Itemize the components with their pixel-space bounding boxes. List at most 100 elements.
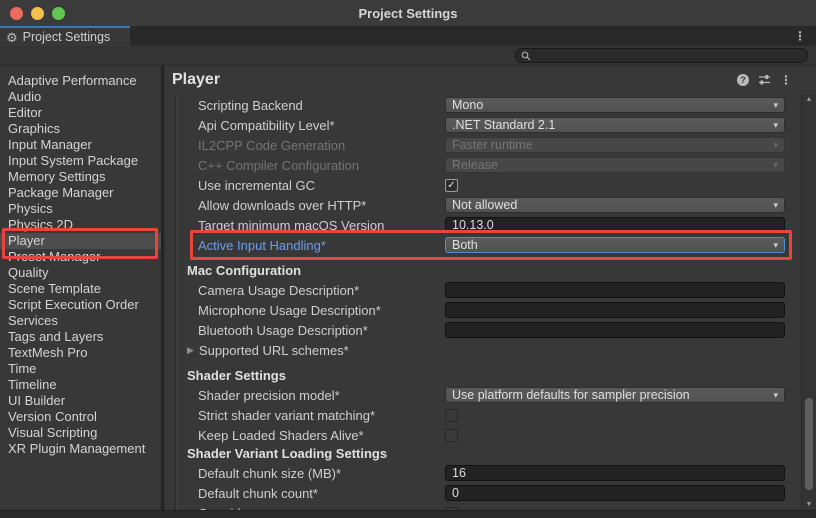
dropdown-scripting-backend[interactable]: Mono▾	[445, 97, 785, 113]
checkbox-keep-loaded-shaders-alive[interactable]	[445, 429, 458, 442]
text-field-bluetooth-usage-description[interactable]	[445, 322, 785, 338]
checkbox-use-incremental-gc[interactable]: ✓	[445, 179, 458, 192]
setting-label-api-compatibility-level: Api Compatibility Level*	[165, 118, 445, 133]
tab-label: Project Settings	[23, 30, 111, 44]
text-field-camera-usage-description[interactable]	[445, 282, 785, 298]
presets-icon[interactable]	[758, 74, 771, 86]
sidebar-item-adaptive-performance[interactable]: Adaptive Performance	[0, 73, 161, 89]
dropdown-value: Mono	[452, 98, 483, 112]
setting-row-strict-shader-variant-matching: Strict shader variant matching*	[165, 405, 801, 425]
setting-row-default-chunk-count: Default chunk count*0	[165, 483, 801, 503]
scroll-down-icon[interactable]: ▼	[802, 501, 816, 508]
chevron-down-icon: ▾	[773, 160, 778, 171]
setting-row-camera-usage-description: Camera Usage Description*	[165, 280, 801, 300]
sidebar-item-textmesh-pro[interactable]: TextMesh Pro	[0, 345, 161, 361]
scrollbar-thumb[interactable]	[805, 398, 813, 490]
setting-row-active-input-handling: Active Input Handling*Both▾	[165, 235, 801, 255]
setting-label-keep-loaded-shaders-alive: Keep Loaded Shaders Alive*	[165, 428, 445, 443]
setting-row-use-incremental-gc: Use incremental GC✓	[165, 175, 801, 195]
setting-row-override: Override	[165, 503, 801, 510]
setting-row-scripting-backend: Scripting BackendMono▾	[165, 95, 801, 115]
sidebar-item-graphics[interactable]: Graphics	[0, 121, 161, 137]
sidebar-item-script-execution-order[interactable]: Script Execution Order	[0, 297, 161, 313]
tab-bar-menu-icon[interactable]: ⋮	[794, 26, 806, 46]
setting-row-api-compatibility-level: Api Compatibility Level*.NET Standard 2.…	[165, 115, 801, 135]
setting-label-shader-precision-model: Shader precision model*	[165, 388, 445, 403]
setting-label-c-compiler-configuration: C++ Compiler Configuration	[165, 158, 445, 173]
text-field-microphone-usage-description[interactable]	[445, 302, 785, 318]
text-field-default-chunk-size-mb[interactable]: 16	[445, 465, 785, 481]
setting-row-bluetooth-usage-description: Bluetooth Usage Description*	[165, 320, 801, 340]
main-area: Adaptive PerformanceAudioEditorGraphicsI…	[0, 66, 816, 510]
setting-value-default-chunk-count: 0	[445, 485, 785, 501]
setting-value-keep-loaded-shaders-alive	[445, 429, 785, 442]
vertical-scrollbar[interactable]: ▲ ▼	[801, 94, 816, 510]
foldout-arrow-icon[interactable]: ▶	[187, 345, 194, 356]
sidebar-item-preset-manager[interactable]: Preset Manager	[0, 249, 161, 265]
panel-menu-icon[interactable]: ⋮	[780, 73, 792, 87]
search-input[interactable]	[535, 50, 785, 62]
window-title-bar: Project Settings	[0, 0, 816, 26]
checkbox-strict-shader-variant-matching[interactable]	[445, 409, 458, 422]
dropdown-il2cpp-code-generation: Faster runtime▾	[445, 137, 785, 153]
setting-row-il2cpp-code-generation: IL2CPP Code GenerationFaster runtime▾	[165, 135, 801, 155]
sidebar-item-time[interactable]: Time	[0, 361, 161, 377]
settings-sidebar: Adaptive PerformanceAudioEditorGraphicsI…	[0, 66, 161, 510]
sidebar-item-memory-settings[interactable]: Memory Settings	[0, 169, 161, 185]
setting-row-allow-downloads-over-http: Allow downloads over HTTP*Not allowed▾	[165, 195, 801, 215]
checkbox-override[interactable]	[445, 507, 458, 511]
setting-label-microphone-usage-description: Microphone Usage Description*	[165, 303, 445, 318]
sidebar-item-input-manager[interactable]: Input Manager	[0, 137, 161, 153]
setting-value-scripting-backend: Mono▾	[445, 97, 785, 113]
sidebar-item-input-system-package[interactable]: Input System Package	[0, 153, 161, 169]
setting-label-default-chunk-count: Default chunk count*	[165, 486, 445, 501]
sidebar-item-editor[interactable]: Editor	[0, 105, 161, 121]
sidebar-item-player[interactable]: Player	[0, 233, 161, 249]
setting-value-allow-downloads-over-http: Not allowed▾	[445, 197, 785, 213]
scroll-up-icon[interactable]: ▲	[802, 96, 816, 103]
sidebar-item-quality[interactable]: Quality	[0, 265, 161, 281]
tab-bar: ⚙ Project Settings ⋮	[0, 26, 816, 46]
setting-row-default-chunk-size-mb: Default chunk size (MB)*16	[165, 463, 801, 483]
setting-label-active-input-handling: Active Input Handling*	[165, 238, 445, 253]
sidebar-item-xr-plugin-management[interactable]: XR Plugin Management	[0, 441, 161, 457]
settings-list: Scripting BackendMono▾Api Compatibility …	[165, 94, 801, 510]
window-bottom-edge	[0, 510, 816, 518]
dropdown-active-input-handling[interactable]: Both▾	[445, 237, 785, 253]
gear-icon: ⚙	[6, 31, 18, 44]
panel-header: Player ? ⋮	[165, 66, 816, 94]
sidebar-item-tags-and-layers[interactable]: Tags and Layers	[0, 329, 161, 345]
setting-value-c-compiler-configuration: Release▾	[445, 157, 785, 173]
dropdown-value: Not allowed	[452, 198, 517, 212]
sidebar-item-services[interactable]: Services	[0, 313, 161, 329]
setting-value-microphone-usage-description	[445, 302, 785, 318]
search-icon	[521, 51, 531, 61]
tab-project-settings[interactable]: ⚙ Project Settings	[0, 26, 130, 46]
sidebar-item-visual-scripting[interactable]: Visual Scripting	[0, 425, 161, 441]
sidebar-item-ui-builder[interactable]: UI Builder	[0, 393, 161, 409]
setting-label-allow-downloads-over-http: Allow downloads over HTTP*	[165, 198, 445, 213]
dropdown-api-compatibility-level[interactable]: .NET Standard 2.1▾	[445, 117, 785, 133]
setting-value-shader-precision-model: Use platform defaults for sampler precis…	[445, 387, 785, 403]
help-icon[interactable]: ?	[737, 74, 749, 86]
dropdown-shader-precision-model[interactable]: Use platform defaults for sampler precis…	[445, 387, 785, 403]
sidebar-item-version-control[interactable]: Version Control	[0, 409, 161, 425]
setting-label-supported-url-schemes[interactable]: ▶Supported URL schemes*	[165, 343, 445, 358]
dropdown-allow-downloads-over-http[interactable]: Not allowed▾	[445, 197, 785, 213]
search-box[interactable]	[515, 48, 808, 63]
setting-row-supported-url-schemes: ▶Supported URL schemes*	[165, 340, 801, 360]
sidebar-item-timeline[interactable]: Timeline	[0, 377, 161, 393]
setting-label-scripting-backend: Scripting Backend	[165, 98, 445, 113]
sidebar-item-physics[interactable]: Physics	[0, 201, 161, 217]
setting-value-strict-shader-variant-matching	[445, 409, 785, 422]
section-header-shader-settings: Shader Settings	[165, 367, 801, 385]
text-field-default-chunk-count[interactable]: 0	[445, 485, 785, 501]
text-field-target-minimum-macos-version[interactable]: 10.13.0	[445, 217, 785, 233]
setting-value-active-input-handling: Both▾	[445, 237, 785, 253]
sidebar-item-audio[interactable]: Audio	[0, 89, 161, 105]
setting-value-use-incremental-gc: ✓	[445, 179, 785, 192]
setting-value-il2cpp-code-generation: Faster runtime▾	[445, 137, 785, 153]
sidebar-item-scene-template[interactable]: Scene Template	[0, 281, 161, 297]
sidebar-item-package-manager[interactable]: Package Manager	[0, 185, 161, 201]
sidebar-item-physics-2d[interactable]: Physics 2D	[0, 217, 161, 233]
